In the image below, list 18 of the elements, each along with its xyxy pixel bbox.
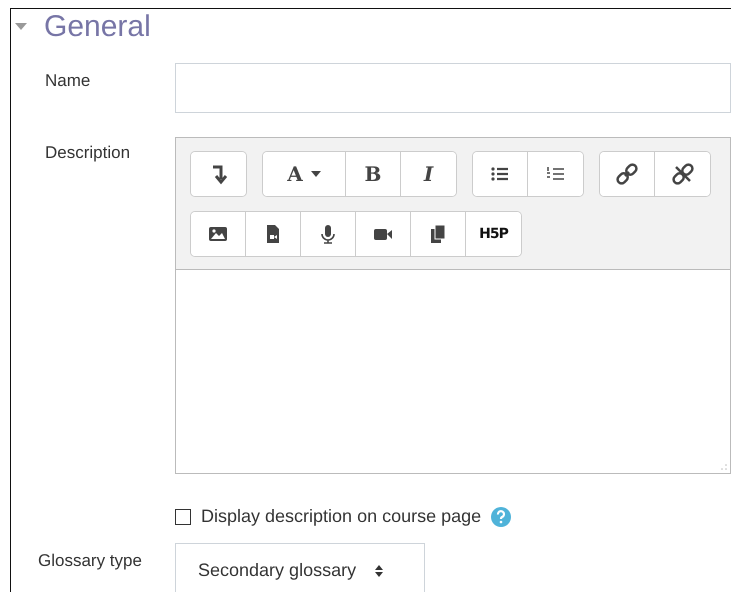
collapse-triangle-icon[interactable] <box>14 22 28 32</box>
image-button[interactable] <box>191 212 246 256</box>
toolbar-button[interactable]: A <box>263 152 346 196</box>
ul-button[interactable] <box>473 152 528 196</box>
collapse-button[interactable] <box>191 152 246 196</box>
field-label: Name <box>44 70 92 92</box>
field-label: Glossary type <box>37 550 143 572</box>
checkbox-label: Display description on course page <box>201 506 482 527</box>
link-button[interactable] <box>600 152 655 196</box>
up-down-arrows-icon <box>374 564 384 578</box>
section-title: General <box>44 10 151 44</box>
field-label: Description <box>44 142 132 164</box>
glossary-type-select[interactable]: Secondary glossary <box>175 543 425 592</box>
link-icon <box>616 163 638 185</box>
unlink-icon <box>672 163 694 185</box>
name-field[interactable] <box>175 63 731 113</box>
checkbox[interactable] <box>175 508 191 524</box>
resize-grip-icon[interactable] <box>721 464 727 470</box>
